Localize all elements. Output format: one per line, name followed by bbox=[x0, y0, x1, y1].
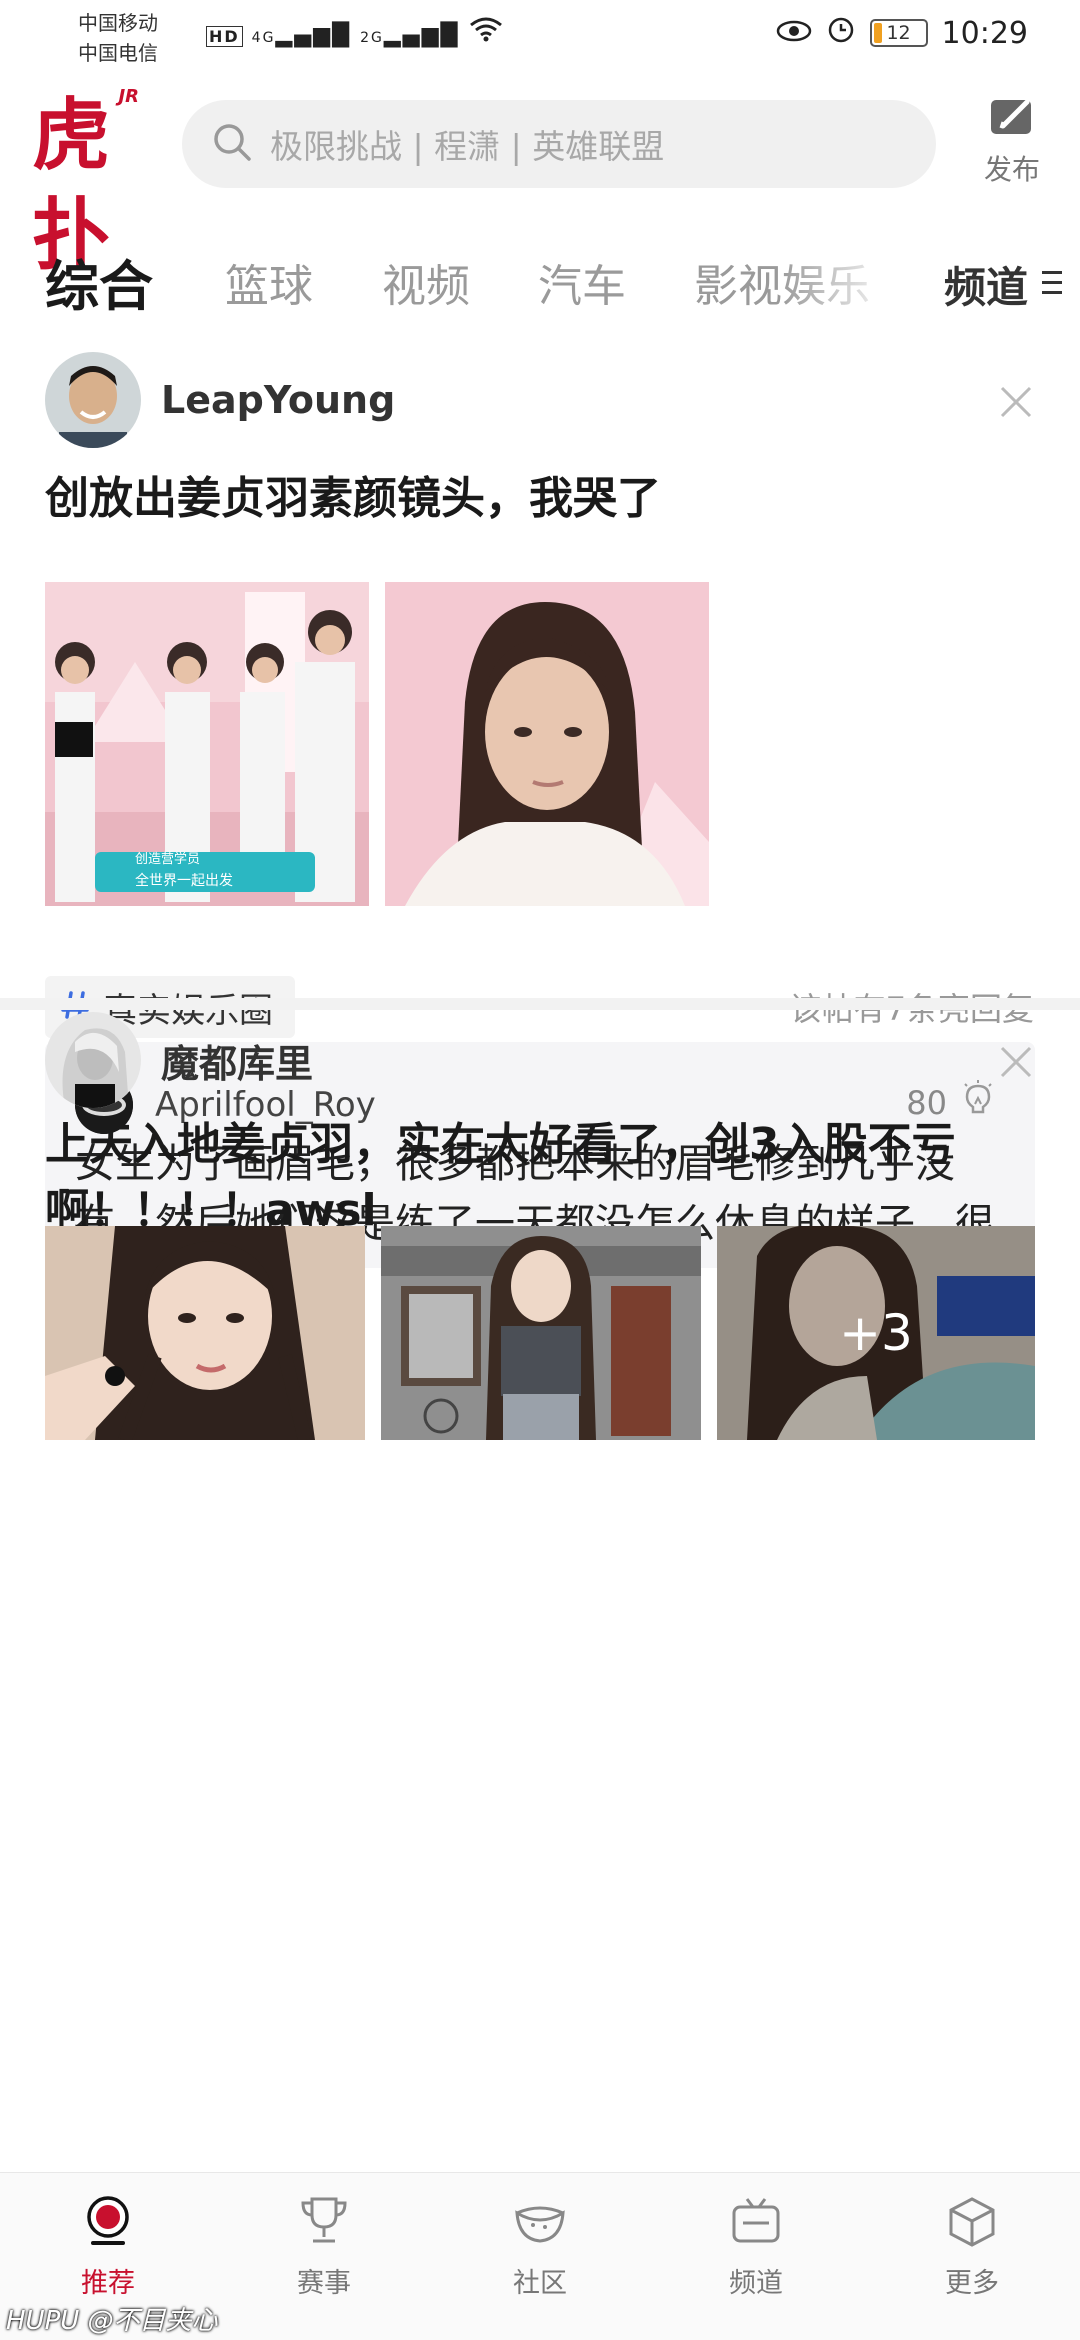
post-header: LeapYoung bbox=[45, 352, 395, 448]
cube-icon bbox=[945, 2195, 999, 2253]
avatar[interactable] bbox=[45, 352, 141, 448]
tv-icon bbox=[729, 2195, 783, 2253]
net-type-2: 2G bbox=[360, 30, 384, 46]
post-image-2[interactable] bbox=[381, 1226, 701, 1440]
carrier-1: 中国移动 bbox=[78, 11, 158, 35]
nav-more-label: 更多 bbox=[945, 2268, 999, 2299]
tab-cars[interactable]: 汽车 bbox=[538, 250, 626, 314]
post-title[interactable]: 创放出姜贞羽素颜镜头，我哭了 bbox=[45, 466, 1035, 532]
search-bar[interactable]: 极限挑战 | 程潇 | 英雄联盟 bbox=[182, 100, 936, 188]
recommend-icon bbox=[83, 2195, 133, 2253]
channels-button[interactable]: 频道 bbox=[944, 254, 1064, 315]
search-placeholder: 极限挑战 | 程潇 | 英雄联盟 bbox=[270, 127, 665, 166]
compose-icon bbox=[989, 99, 1035, 142]
hd-badge: HD bbox=[206, 26, 243, 47]
nav-community[interactable]: 社区 bbox=[432, 2173, 648, 2340]
close-icon[interactable] bbox=[996, 1042, 1036, 1082]
post-title[interactable]: 上天入地姜贞羽，实在太好看了，创3入股不亏啊！！！！awsl bbox=[45, 1112, 1035, 1244]
avatar[interactable] bbox=[45, 1012, 141, 1108]
nav-channels-label: 频道 bbox=[729, 2268, 783, 2299]
clock: 10:29 bbox=[941, 15, 1028, 51]
author-name[interactable]: 魔都库里 bbox=[161, 1033, 313, 1088]
nav-events[interactable]: 赛事 bbox=[216, 2173, 432, 2340]
search-icon bbox=[212, 122, 252, 166]
alarm-icon bbox=[826, 14, 856, 52]
tab-video[interactable]: 视频 bbox=[382, 250, 470, 314]
publish-button[interactable]: 发布 bbox=[974, 96, 1050, 188]
more-images-count: +3 bbox=[839, 1304, 913, 1362]
post-image-1[interactable] bbox=[45, 1226, 365, 1440]
signal-icon-2: ▂▄▆█ bbox=[383, 23, 460, 48]
menu-icon bbox=[1040, 260, 1064, 309]
nav-events-label: 赛事 bbox=[297, 2268, 351, 2299]
post-image-3[interactable]: +3 bbox=[717, 1226, 1035, 1440]
status-bar: 中国移动 中国电信 HD 4G▂▄▆█ 2G▂▄▆█ 12 10:29 bbox=[0, 0, 1080, 72]
publish-label: 发布 bbox=[983, 153, 1040, 186]
author-name[interactable]: LeapYoung bbox=[161, 378, 395, 422]
tab-fade bbox=[780, 236, 900, 332]
logo-badge: JR bbox=[118, 86, 139, 107]
hupu-logo[interactable]: 虎扑 JR bbox=[32, 86, 147, 281]
post-header: 魔都库里 bbox=[45, 1012, 313, 1108]
category-tabs: 综合 篮球 视频 汽车 影视娱乐 频道 bbox=[0, 236, 1080, 332]
image-caption-2: 全世界一起出发 bbox=[135, 873, 233, 889]
image-caption-1: 创造营学员 bbox=[135, 852, 201, 867]
battery-level: 12 bbox=[886, 22, 911, 44]
trophy-icon bbox=[299, 2195, 349, 2253]
feed-divider bbox=[0, 998, 1080, 1010]
battery-icon: 12 bbox=[869, 19, 928, 47]
post-image-2[interactable] bbox=[385, 582, 709, 906]
watermark: HUPU @不目夹心 bbox=[6, 2306, 218, 2336]
signal-indicators: HD 4G▂▄▆█ 2G▂▄▆█ bbox=[206, 16, 503, 48]
eye-icon bbox=[776, 16, 812, 51]
status-right: 12 10:29 bbox=[776, 14, 1028, 52]
carrier-2: 中国电信 bbox=[78, 41, 158, 65]
signal-icon: ▂▄▆█ bbox=[275, 23, 352, 48]
close-icon[interactable] bbox=[996, 382, 1036, 422]
wifi-icon bbox=[469, 17, 503, 48]
net-type-1: 4G bbox=[251, 30, 276, 46]
app-header: 虎扑 JR 极限挑战 | 程潇 | 英雄联盟 发布 bbox=[0, 80, 1080, 281]
nav-community-label: 社区 bbox=[513, 2268, 567, 2299]
tab-basketball[interactable]: 篮球 bbox=[225, 250, 313, 314]
channels-label: 频道 bbox=[943, 263, 1028, 312]
post-image-1[interactable]: 创造营学员 全世界一起出发 bbox=[45, 582, 369, 906]
tab-comprehensive[interactable]: 综合 bbox=[45, 242, 153, 321]
nav-more[interactable]: 更多 bbox=[864, 2173, 1080, 2340]
watermelon-icon bbox=[513, 2195, 567, 2253]
carrier-info: 中国移动 中国电信 bbox=[78, 8, 158, 68]
more-images-overlay[interactable]: +3 bbox=[717, 1226, 1035, 1440]
nav-channels[interactable]: 频道 bbox=[648, 2173, 864, 2340]
nav-recommend-label: 推荐 bbox=[81, 2268, 135, 2299]
